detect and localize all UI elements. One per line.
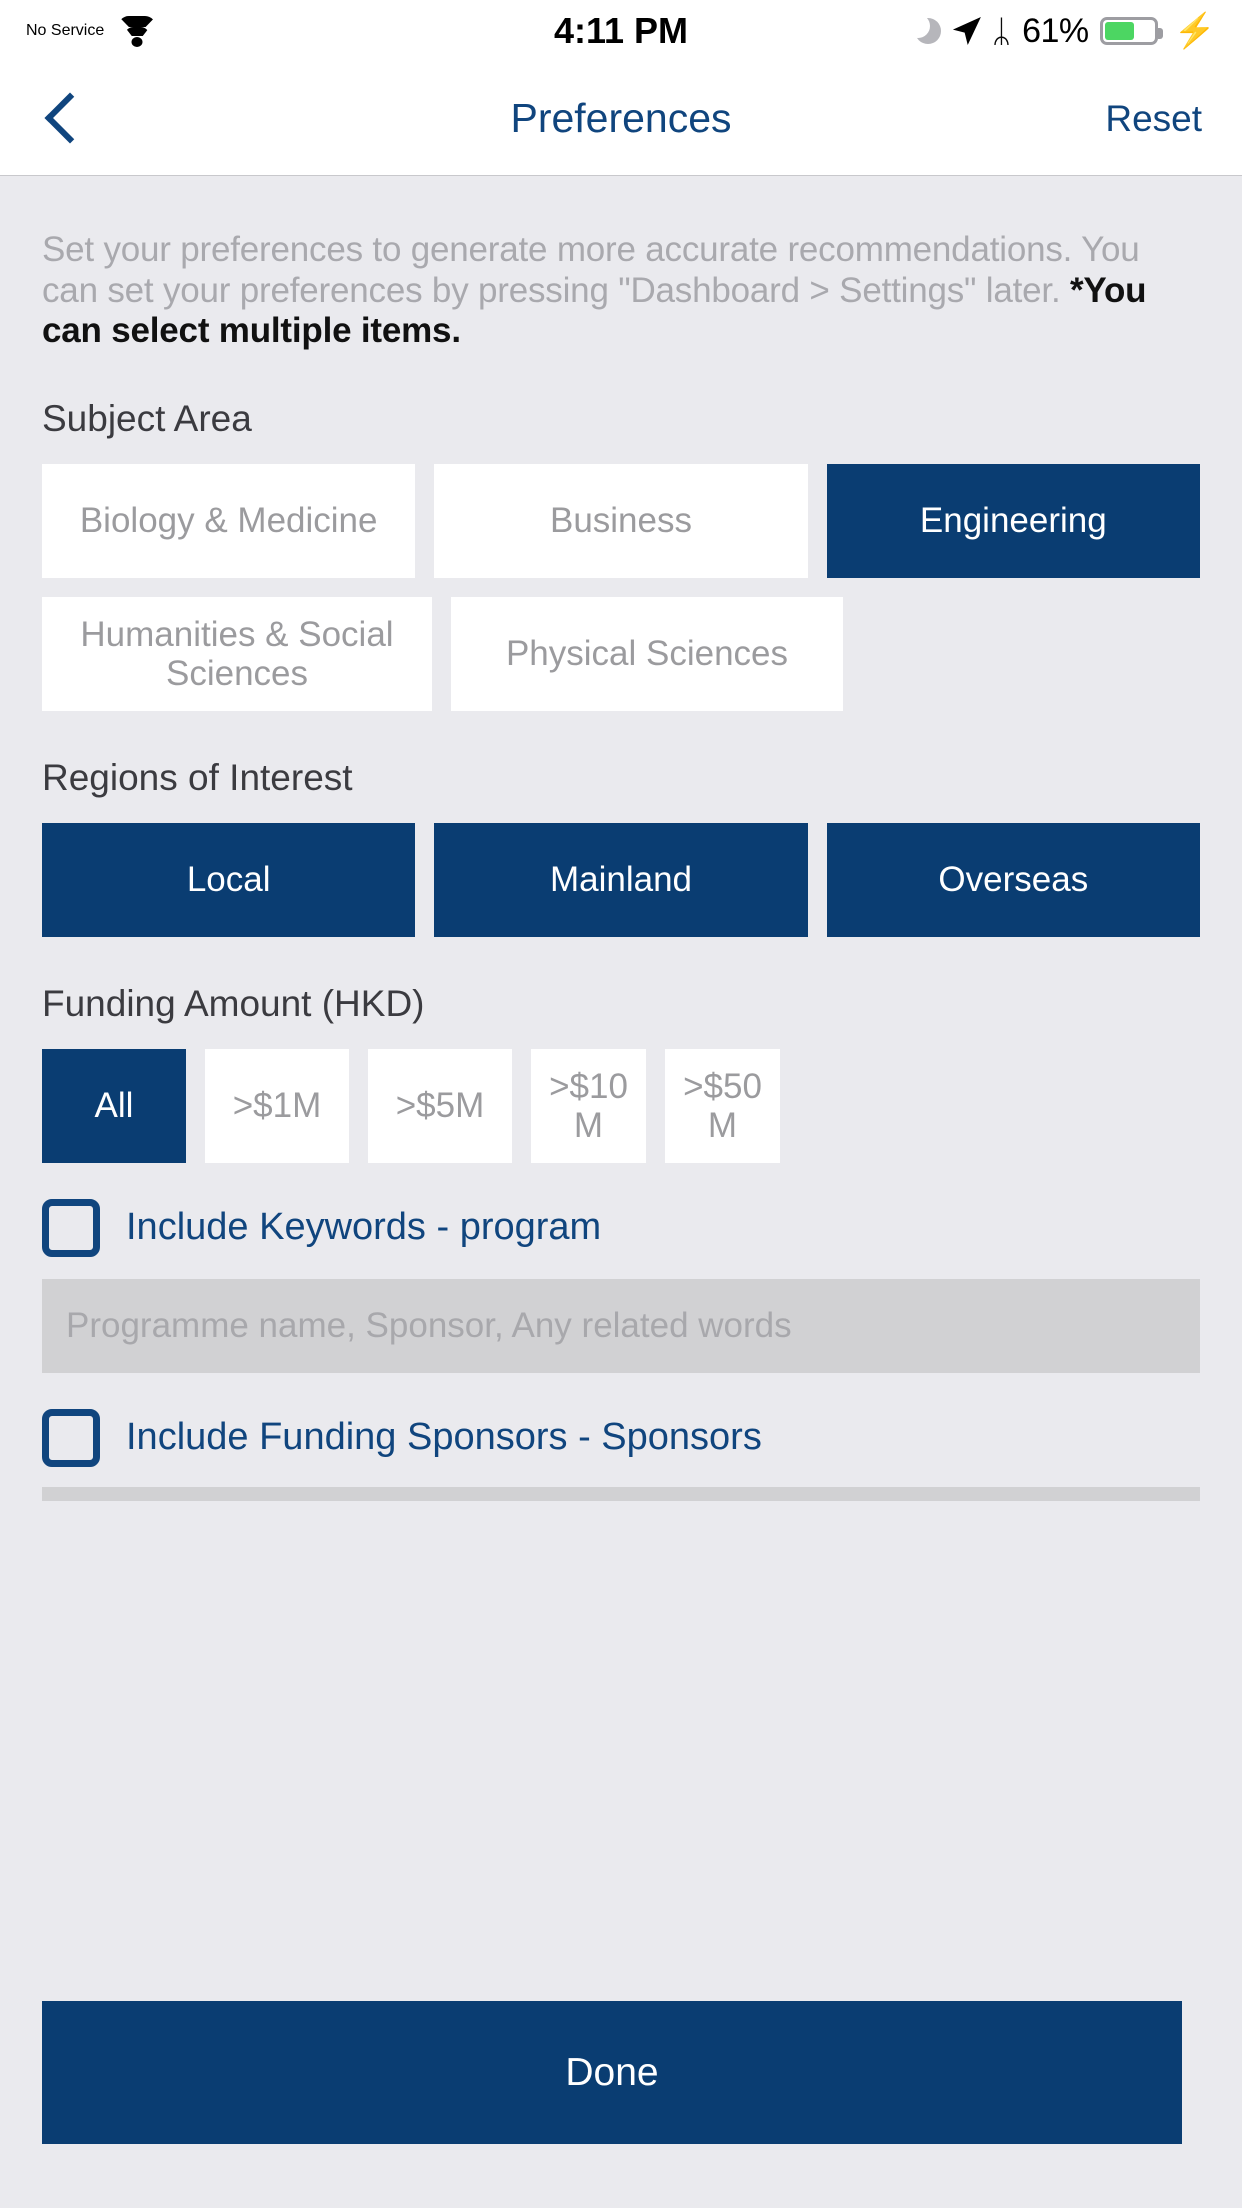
bluetooth-icon: ᛦ — [991, 13, 1012, 49]
carrier-label: No Service — [26, 22, 105, 39]
battery-fill — [1104, 22, 1134, 40]
funding-chip-all[interactable]: All — [42, 1048, 186, 1163]
funding-chip-over-50m[interactable]: >$50 M — [665, 1048, 780, 1163]
subject-chip-humanities-social-sciences[interactable]: Humanities & Social Sciences — [42, 596, 432, 711]
battery-percent-label: 61% — [1022, 11, 1089, 50]
subject-chip-engineering[interactable]: Engineering — [826, 463, 1200, 578]
keywords-input-placeholder: Programme name, Sponsor, Any related wor… — [66, 1305, 792, 1345]
battery-icon — [1099, 17, 1163, 45]
sponsors-input[interactable] — [42, 1486, 1200, 1501]
done-button[interactable]: Done — [42, 2001, 1182, 2144]
keywords-input[interactable]: Programme name, Sponsor, Any related wor… — [42, 1278, 1200, 1373]
wifi-icon — [118, 16, 157, 47]
charging-bolt-icon: ⚡ — [1173, 12, 1216, 50]
chevron-left-icon[interactable] — [40, 84, 96, 154]
regions-row: Local Mainland Overseas — [42, 822, 1200, 937]
status-bar: No Service 4:11 PM ᛦ 61% ⚡ — [0, 0, 1242, 62]
include-sponsors-row[interactable]: Include Funding Sponsors - Sponsors — [42, 1408, 1200, 1467]
include-sponsors-checkbox[interactable] — [42, 1408, 100, 1467]
status-bar-right: ᛦ 61% ⚡ — [914, 11, 1216, 51]
funding-chip-over-1m[interactable]: >$1M — [205, 1048, 349, 1163]
description-gray: Set your preferences to generate more ac… — [42, 230, 1140, 310]
funding-chip-over-5m[interactable]: >$5M — [368, 1048, 512, 1163]
include-sponsors-label: Include Funding Sponsors - Sponsors — [126, 1416, 762, 1459]
region-chip-mainland[interactable]: Mainland — [434, 822, 808, 937]
region-chip-overseas[interactable]: Overseas — [826, 822, 1200, 937]
do-not-disturb-moon-icon — [914, 17, 942, 45]
subject-chip-business[interactable]: Business — [434, 463, 808, 578]
subject-area-heading: Subject Area — [42, 397, 252, 439]
subject-area-row-1: Biology & Medicine Business Engineering — [42, 463, 1200, 578]
navigation-bar: Preferences Reset — [0, 62, 1242, 176]
preferences-form: Set your preferences to generate more ac… — [0, 176, 1242, 2207]
reset-button[interactable]: Reset — [1105, 98, 1202, 140]
funding-chip-over-10m[interactable]: >$10 M — [531, 1048, 646, 1163]
include-keywords-label: Include Keywords - program — [126, 1206, 602, 1249]
subject-chip-biology-medicine[interactable]: Biology & Medicine — [42, 463, 416, 578]
subject-area-row-2: Humanities & Social Sciences Physical Sc… — [42, 596, 1200, 711]
status-bar-left: No Service — [26, 16, 157, 47]
regions-heading: Regions of Interest — [42, 756, 353, 798]
include-keywords-checkbox[interactable] — [42, 1198, 100, 1257]
description-text: Set your preferences to generate more ac… — [42, 176, 1200, 352]
page-title: Preferences — [510, 95, 732, 141]
subject-chip-physical-sciences[interactable]: Physical Sciences — [451, 596, 843, 711]
location-arrow-icon — [952, 17, 981, 45]
include-keywords-row[interactable]: Include Keywords - program — [42, 1198, 1200, 1257]
funding-amount-heading: Funding Amount (HKD) — [42, 982, 425, 1024]
region-chip-local[interactable]: Local — [42, 822, 416, 937]
funding-amount-row: All >$1M >$5M >$10 M >$50 M — [42, 1048, 1200, 1163]
